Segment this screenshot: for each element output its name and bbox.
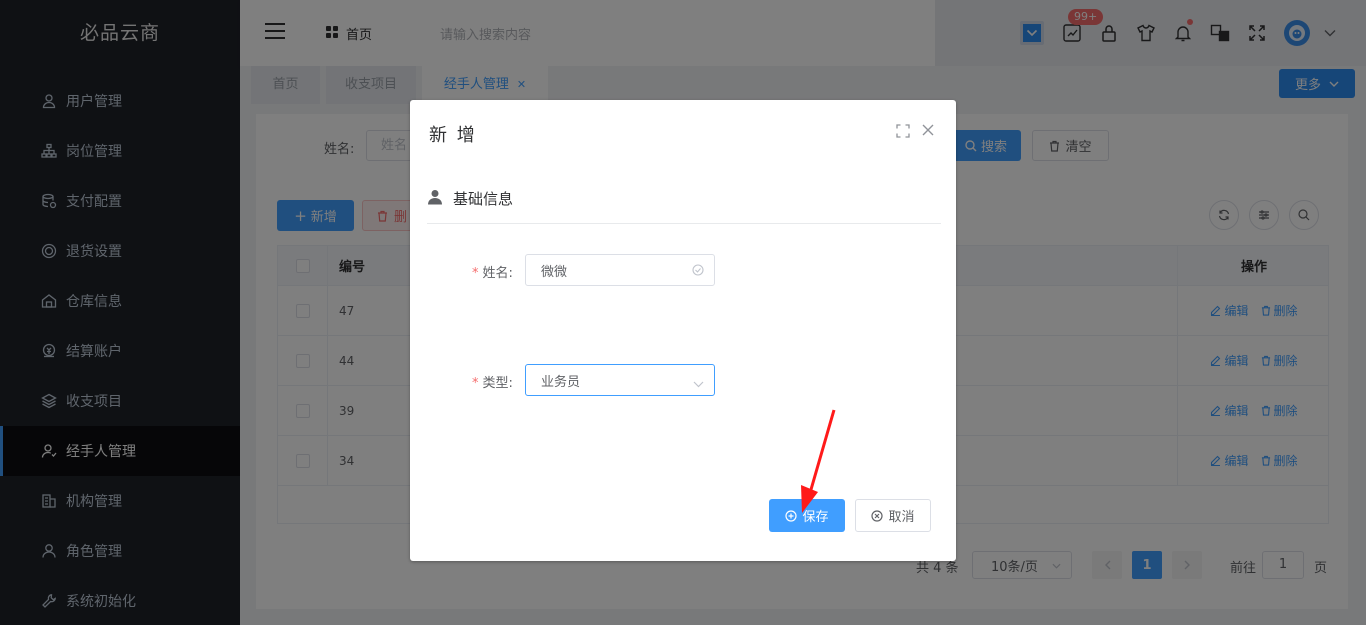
annotation-arrow — [801, 409, 836, 513]
check-circle-icon — [692, 264, 704, 280]
cancel-button[interactable]: 取消 — [855, 499, 931, 532]
section-basic-info: 基础信息 — [427, 188, 941, 224]
add-dialog: 新 增 基础信息 * 姓名: 微微 * 类型: 业务员 保存 取消 — [410, 100, 956, 561]
type-field-label: * 类型: — [472, 376, 513, 391]
cancel-label: 取消 — [888, 510, 915, 525]
dialog-title: 新 增 — [429, 125, 477, 146]
type-label-text: 类型: — [482, 376, 513, 391]
name-field[interactable]: 微微 — [525, 254, 715, 286]
type-select-value: 业务员 — [541, 374, 581, 390]
chevron-down-icon — [693, 377, 704, 392]
close-icon[interactable] — [922, 124, 934, 140]
name-field-label: * 姓名: — [472, 266, 513, 281]
close-circle-icon — [871, 509, 884, 522]
section-title-label: 基础信息 — [453, 190, 514, 208]
type-select[interactable]: 业务员 — [525, 364, 715, 396]
name-field-value: 微微 — [541, 264, 568, 280]
user-icon — [428, 190, 442, 205]
maximize-icon[interactable] — [896, 124, 910, 142]
name-label-text: 姓名: — [482, 266, 513, 281]
